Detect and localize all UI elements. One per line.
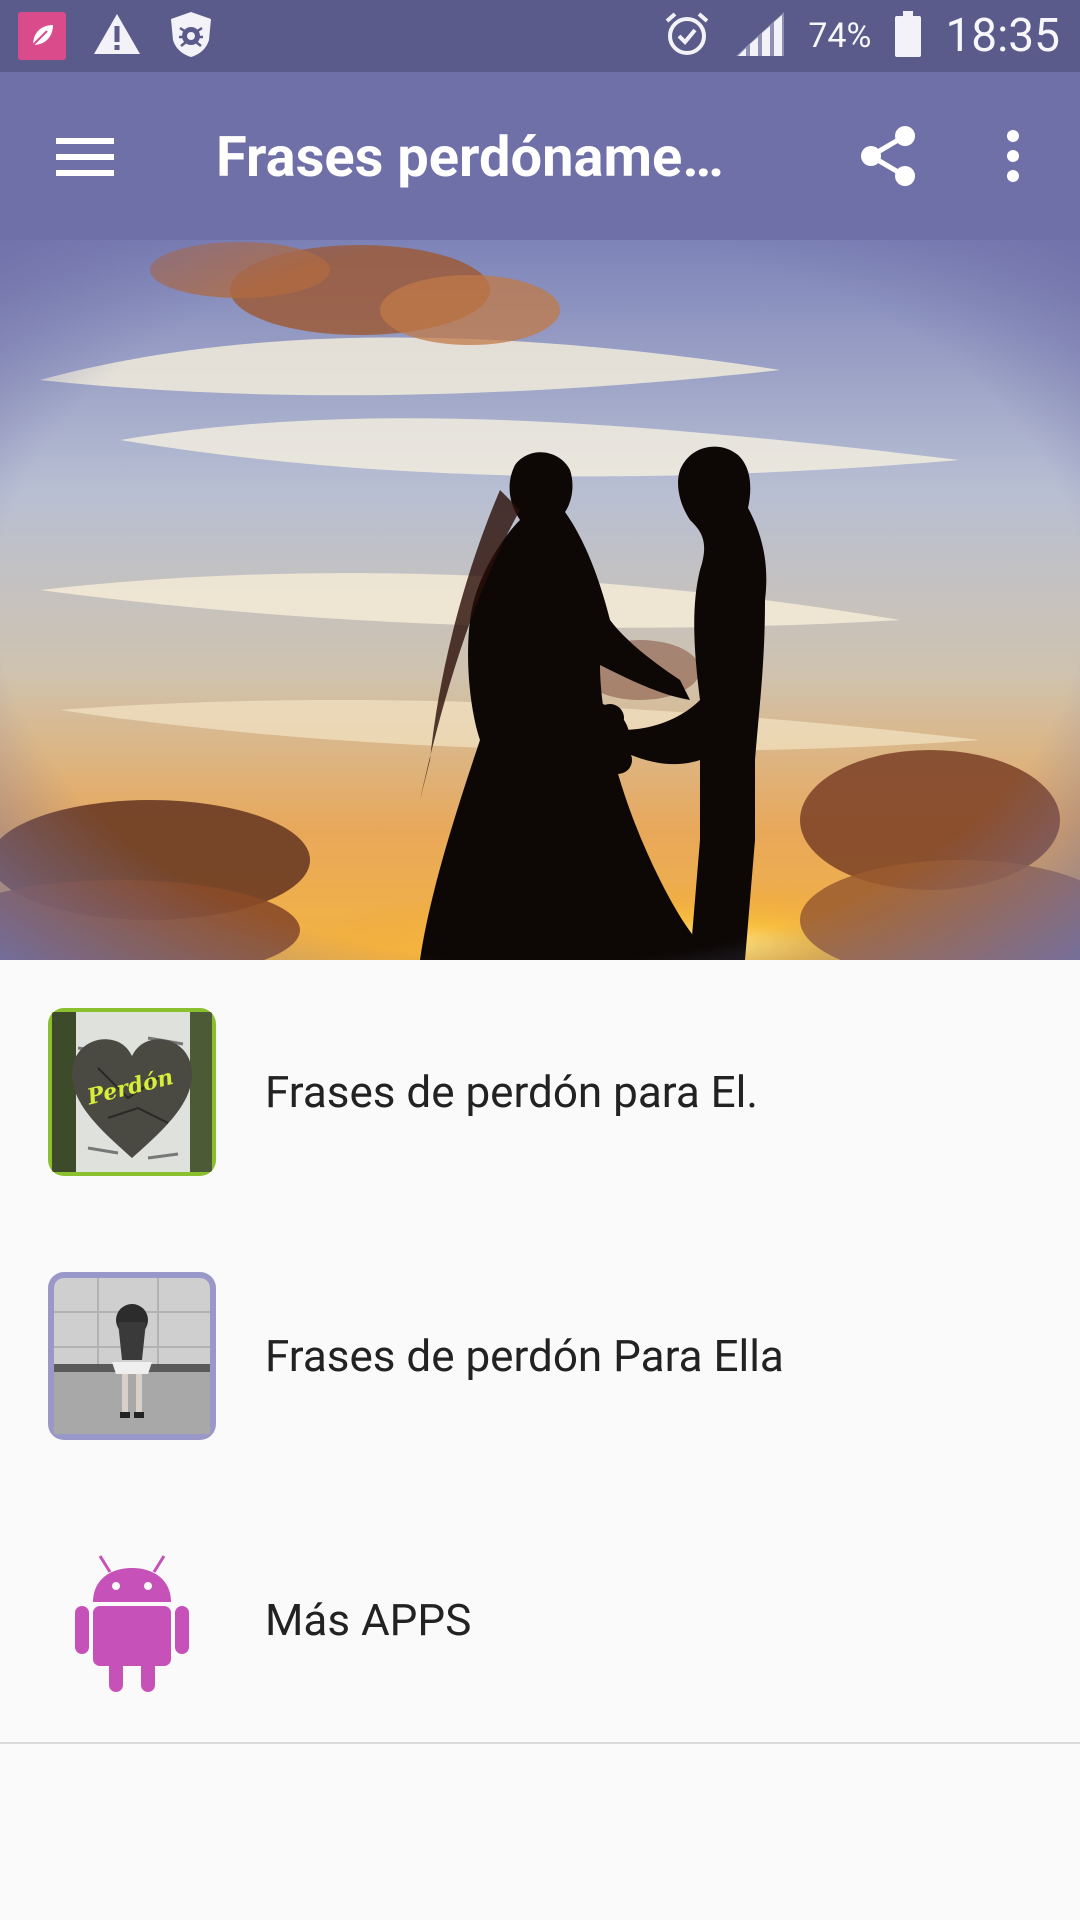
app-title: Frases perdóname… xyxy=(216,124,724,190)
status-bar: 74% 18:35 xyxy=(0,0,1080,72)
android-icon xyxy=(48,1536,216,1704)
menu-item-frases-para-el[interactable]: Perdón Frases de perdón para El. xyxy=(0,960,1080,1224)
list-divider xyxy=(0,1742,1080,1744)
menu-item-label: Más APPS xyxy=(265,1594,472,1646)
share-button[interactable] xyxy=(852,120,924,192)
menu-item-label: Frases de perdón Para Ella xyxy=(265,1330,784,1382)
share-icon xyxy=(861,126,915,186)
app-notification-icon xyxy=(18,12,66,60)
overflow-menu-button[interactable] xyxy=(988,120,1038,192)
shield-bug-icon xyxy=(168,10,214,62)
battery-percent: 74% xyxy=(808,16,872,56)
alarm-icon xyxy=(662,9,712,63)
more-vert-icon xyxy=(1007,130,1019,182)
menu-button[interactable] xyxy=(40,122,130,192)
warning-icon xyxy=(92,11,142,61)
status-time: 18:35 xyxy=(945,9,1060,63)
menu-item-mas-apps[interactable]: Más APPS xyxy=(0,1488,1080,1752)
menu-icon xyxy=(56,138,114,176)
header-image xyxy=(0,240,1080,960)
menu-list: Perdón Frases de perdón para El. Frases … xyxy=(0,960,1080,1752)
signal-icon xyxy=(734,10,786,62)
menu-item-label: Frases de perdón para El. xyxy=(265,1066,758,1118)
menu-item-frases-para-ella[interactable]: Frases de perdón Para Ella xyxy=(0,1224,1080,1488)
app-bar: Frases perdóname… xyxy=(0,72,1080,240)
heart-tree-thumbnail: Perdón xyxy=(48,1008,216,1176)
battery-icon xyxy=(893,10,923,62)
sad-girl-thumbnail xyxy=(48,1272,216,1440)
